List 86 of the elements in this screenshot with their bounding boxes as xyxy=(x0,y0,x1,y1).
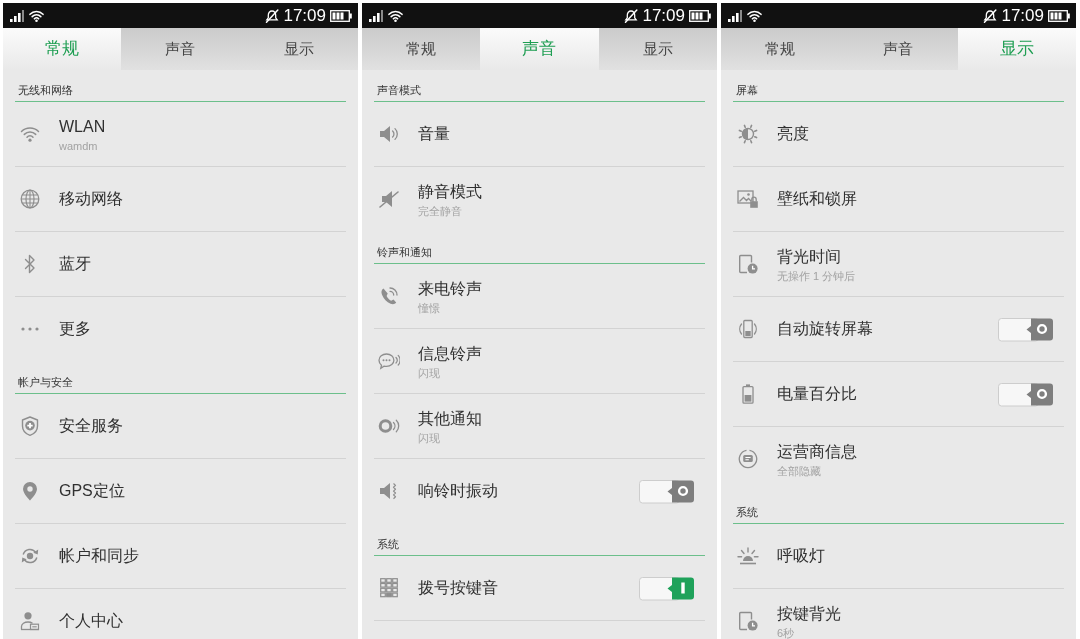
bell-slash-icon xyxy=(983,8,998,23)
person-card-icon xyxy=(20,611,40,631)
setting-title[interactable]: 信息铃声 xyxy=(418,343,482,364)
setting-subtitle: 无操作 1 分钟后 xyxy=(777,269,856,282)
setting-subtitle: 闪现 xyxy=(418,366,440,379)
toggle-switch[interactable] xyxy=(998,381,1053,407)
tablet-clock-icon xyxy=(738,254,758,274)
status-time: 17:09 xyxy=(283,5,326,26)
setting-title[interactable]: 其他通知 xyxy=(418,408,482,429)
section-header: 帐户与安全 xyxy=(17,375,73,389)
wifi-icon xyxy=(20,126,40,142)
section-header: 无线和网络 xyxy=(17,83,73,97)
chat-bubble-waves-icon xyxy=(378,352,400,370)
setting-title[interactable]: 背光时间 xyxy=(777,246,841,267)
battery-icon xyxy=(1048,9,1070,22)
tablet-clock-icon xyxy=(738,611,758,631)
setting-title[interactable]: 壁纸和锁屏 xyxy=(777,189,857,209)
rotate-phone-icon xyxy=(738,319,758,339)
setting-title[interactable]: 来电铃声 xyxy=(418,278,482,299)
lamp-rays-icon xyxy=(737,547,759,565)
tab[interactable]: 常规 xyxy=(362,28,481,70)
speaker-vibrate-icon xyxy=(379,482,399,500)
speaker-icon xyxy=(379,125,399,143)
setting-title[interactable]: 蓝牙 xyxy=(59,254,91,274)
signal-icon xyxy=(369,9,385,22)
section-header: 屏幕 xyxy=(735,83,758,97)
tab[interactable]: 显示 xyxy=(239,28,358,70)
dots-icon xyxy=(21,327,39,331)
message-circle-icon xyxy=(738,449,758,469)
setting-title[interactable]: 响铃时振动 xyxy=(418,481,498,501)
shield-plus-icon xyxy=(21,416,39,436)
status-time: 17:09 xyxy=(1001,5,1044,26)
tab[interactable]: 显示 xyxy=(598,28,717,70)
phone-ringing-icon xyxy=(379,286,399,306)
setting-title[interactable]: 移动网络 xyxy=(59,189,123,209)
setting-title[interactable]: WLAN xyxy=(59,116,106,137)
sync-icon xyxy=(20,546,40,566)
wifi-icon xyxy=(747,9,762,22)
signal-icon xyxy=(728,9,744,22)
globe-icon xyxy=(20,189,40,209)
setting-title[interactable]: 亮度 xyxy=(777,124,809,144)
setting-subtitle: 闪现 xyxy=(418,431,440,444)
setting-title[interactable]: 帐户和同步 xyxy=(59,546,139,566)
setting-title[interactable]: 安全服务 xyxy=(59,416,123,436)
battery-icon xyxy=(689,9,711,22)
wifi-icon xyxy=(388,9,403,22)
section-header: 铃声和通知 xyxy=(376,245,432,259)
setting-title[interactable]: 自动旋转屏幕 xyxy=(777,319,873,339)
setting-title[interactable]: 呼吸灯 xyxy=(777,546,825,566)
setting-title[interactable]: 静音模式 xyxy=(418,181,482,202)
tab[interactable]: 常规 xyxy=(721,28,840,70)
battery-icon xyxy=(742,384,754,404)
keypad-icon xyxy=(380,578,398,598)
bell-slash-icon xyxy=(265,8,280,23)
tab[interactable]: 声音 xyxy=(839,28,958,70)
setting-subtitle: 完全静音 xyxy=(418,204,462,217)
battery-icon xyxy=(330,9,352,22)
speaker-slash-icon xyxy=(379,190,399,208)
bluetooth-icon xyxy=(23,254,37,274)
setting-title[interactable]: 个人中心 xyxy=(59,611,123,631)
setting-title[interactable]: 更多 xyxy=(59,319,91,339)
map-pin-icon xyxy=(22,481,38,501)
setting-subtitle: 6秒 xyxy=(777,626,795,639)
brightness-icon xyxy=(738,124,758,144)
section-header: 系统 xyxy=(376,537,399,551)
ring-waves-icon xyxy=(378,417,400,435)
section-header: 声音模式 xyxy=(376,83,421,97)
toggle-switch[interactable] xyxy=(639,575,694,601)
setting-subtitle: wamdm xyxy=(59,139,98,152)
tab[interactable]: 声音 xyxy=(121,28,240,70)
setting-subtitle: 全部隐藏 xyxy=(777,464,821,477)
signal-icon xyxy=(10,9,26,22)
setting-subtitle: 憧憬 xyxy=(418,301,440,314)
toggle-switch[interactable] xyxy=(998,316,1053,342)
setting-title[interactable]: 按键背光 xyxy=(777,603,841,624)
image-lock-icon xyxy=(737,189,759,209)
section-header: 系统 xyxy=(735,505,758,519)
setting-title[interactable]: 运营商信息 xyxy=(777,441,857,462)
setting-title[interactable]: 电量百分比 xyxy=(777,384,857,404)
wifi-icon xyxy=(29,9,44,22)
status-time: 17:09 xyxy=(642,5,685,26)
setting-title[interactable]: 音量 xyxy=(418,124,450,144)
toggle-switch[interactable] xyxy=(639,478,694,504)
setting-title[interactable]: GPS定位 xyxy=(59,481,125,501)
bell-slash-icon xyxy=(624,8,639,23)
setting-title[interactable]: 拨号按键音 xyxy=(418,578,498,598)
